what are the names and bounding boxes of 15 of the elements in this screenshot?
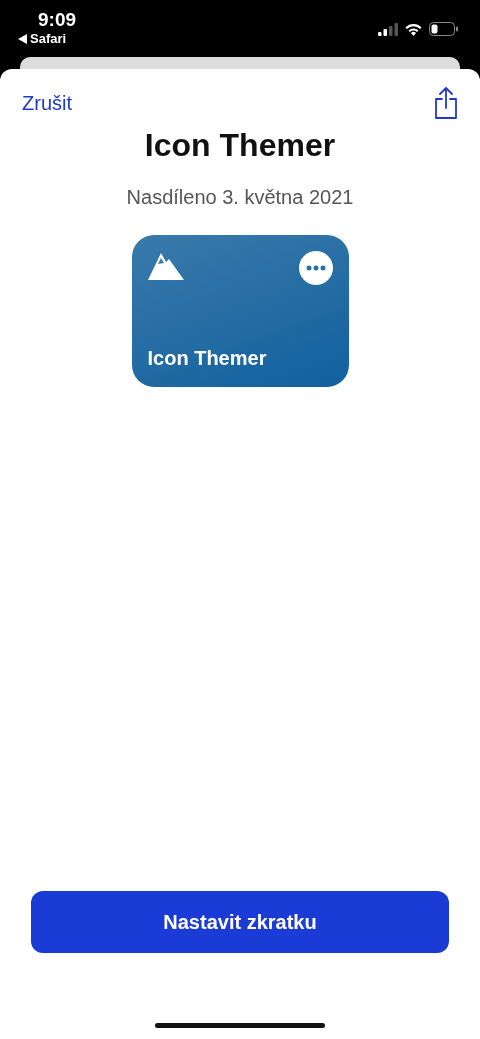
back-to-app-link[interactable]: Safari [18,31,67,46]
wifi-icon [404,22,423,36]
back-triangle-icon [18,33,27,44]
status-time: 9:09 [38,9,77,31]
shortcut-name: Icon Themer [147,347,268,370]
more-options-icon[interactable] [298,251,333,285]
shared-date: Nasdíleno 3. května 2021 [126,186,354,209]
mountain-icon [147,251,184,281]
signal-icon [378,22,398,36]
cancel-button[interactable]: Zrušit [22,91,72,115]
set-up-shortcut-button[interactable]: Nastavit zkratku [31,891,449,953]
page-title: Icon Themer [144,127,336,164]
share-icon[interactable] [434,87,458,119]
battery-icon [429,22,458,36]
shortcut-card[interactable]: Icon Themer [131,235,349,387]
